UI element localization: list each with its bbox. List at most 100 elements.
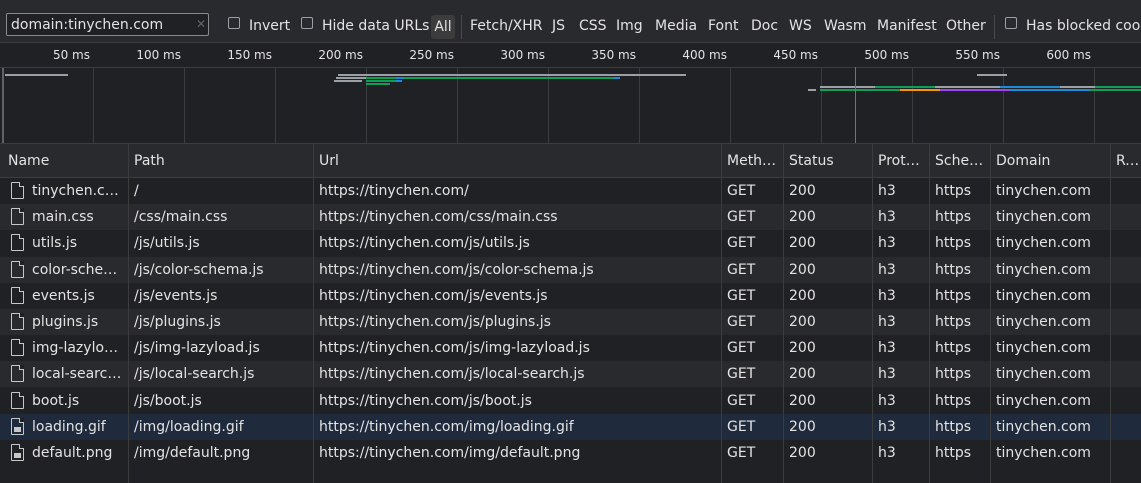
request-bar bbox=[977, 74, 1007, 76]
type-filter-font[interactable]: Font bbox=[708, 17, 738, 35]
tick-label: 550 ms bbox=[955, 48, 1000, 62]
column-divider[interactable] bbox=[128, 144, 129, 483]
timeline-cursor bbox=[855, 67, 856, 143]
network-filter-bar: ✕ Invert Hide data URLs All Fetch/XHR JS… bbox=[0, 0, 1141, 43]
clear-filter-icon[interactable]: ✕ bbox=[195, 17, 207, 31]
has-blocked-cookies-checkbox[interactable] bbox=[1005, 17, 1017, 29]
has-blocked-cookies-label[interactable]: Has blocked cook bbox=[1026, 17, 1141, 35]
cell-name[interactable]: utils.js bbox=[32, 230, 124, 256]
tick-label: 150 ms bbox=[227, 48, 272, 62]
cell-path: /js/utils.js bbox=[134, 235, 200, 252]
type-filter-doc[interactable]: Doc bbox=[751, 17, 778, 35]
table-row[interactable]: img-lazyloa… /js/img-lazyload.js https://t… bbox=[0, 335, 1141, 361]
cell-protocol: h3 bbox=[878, 366, 896, 383]
cell-url: https://tinychen.com/js/plugins.js bbox=[319, 314, 551, 330]
cell-name[interactable]: events.js bbox=[32, 283, 124, 309]
cell-path: /js/events.js bbox=[134, 287, 218, 304]
document-icon bbox=[11, 313, 24, 330]
request-bar bbox=[396, 77, 404, 79]
hide-data-urls-label[interactable]: Hide data URLs bbox=[322, 17, 429, 35]
type-filter-manifest[interactable]: Manifest bbox=[877, 17, 937, 35]
column-divider[interactable] bbox=[872, 144, 873, 483]
column-header-url[interactable]: Url bbox=[319, 144, 714, 177]
cell-domain: tinychen.com bbox=[996, 235, 1091, 252]
cell-path: /img/loading.gif bbox=[134, 418, 244, 435]
cell-url: https://tinychen.com/js/boot.js bbox=[319, 392, 532, 409]
cell-method: GET bbox=[727, 235, 756, 252]
column-header-name[interactable]: Name bbox=[8, 144, 123, 177]
column-header-scheme[interactable]: Sche… bbox=[935, 144, 985, 177]
table-row[interactable]: loading.gif/img/loading.gif https://tinyc… bbox=[0, 413, 1141, 440]
cell-name[interactable]: tinychen.com bbox=[32, 178, 124, 204]
cell-path: /js/local-search.js bbox=[134, 366, 255, 383]
cell-scheme: https bbox=[935, 366, 972, 383]
cell-name[interactable]: plugins.js bbox=[32, 309, 124, 335]
cell-scheme: https bbox=[935, 261, 972, 278]
type-filter-wasm[interactable]: Wasm bbox=[824, 17, 866, 35]
invert-label[interactable]: Invert bbox=[249, 17, 290, 35]
column-divider[interactable] bbox=[313, 144, 314, 483]
type-filter-all[interactable]: All bbox=[431, 15, 455, 39]
cell-scheme: https bbox=[935, 392, 972, 409]
cell-name[interactable]: loading.gif bbox=[32, 414, 124, 440]
column-divider[interactable] bbox=[929, 144, 930, 483]
column-header-protocol[interactable]: Prot… bbox=[878, 144, 928, 177]
cell-method: GET bbox=[727, 261, 756, 278]
document-icon bbox=[11, 182, 24, 199]
type-filter-js[interactable]: JS bbox=[552, 17, 565, 35]
cell-protocol: h3 bbox=[878, 314, 896, 330]
cell-scheme: https bbox=[935, 314, 972, 330]
cell-name[interactable]: color-sche… bbox=[32, 257, 124, 283]
column-divider[interactable] bbox=[721, 144, 722, 483]
table-row[interactable]: boot.js/js/boot.js https://tinychen.com/j… bbox=[0, 388, 1141, 414]
type-filter-fetch-xhr[interactable]: Fetch/XHR bbox=[470, 17, 543, 35]
table-row[interactable]: local-search… /js/local-search.js https://… bbox=[0, 361, 1141, 388]
type-filter-css[interactable]: CSS bbox=[579, 17, 607, 35]
table-row[interactable]: default.png/img/default.png https://tinyc… bbox=[0, 440, 1141, 466]
image-file-icon bbox=[11, 417, 24, 435]
cell-status: 200 bbox=[789, 418, 816, 435]
cell-path: /img/default.png bbox=[134, 445, 251, 461]
request-bar bbox=[396, 80, 402, 82]
hide-data-urls-checkbox[interactable] bbox=[301, 17, 313, 29]
cell-name[interactable]: main.css bbox=[32, 204, 124, 230]
request-bar bbox=[900, 89, 940, 91]
cell-path: /js/img-lazyload.js bbox=[134, 340, 260, 357]
type-filter-img[interactable]: Img bbox=[616, 17, 643, 35]
column-header-method[interactable]: Meth… bbox=[727, 144, 779, 177]
cell-scheme: https bbox=[935, 287, 972, 304]
cell-name[interactable]: boot.js bbox=[32, 388, 124, 414]
type-filter-media[interactable]: Media bbox=[655, 17, 697, 35]
cell-name[interactable]: img-lazyloa… bbox=[32, 335, 124, 361]
cell-url: https://tinychen.com/js/events.js bbox=[319, 287, 548, 304]
cell-name[interactable]: default.png bbox=[32, 440, 124, 466]
cell-status: 200 bbox=[789, 235, 816, 252]
table-row[interactable]: color-sche… /js/color-schema.js https://ti… bbox=[0, 256, 1141, 283]
table-row[interactable]: main.css/css/main.css https://tinychen.co… bbox=[0, 204, 1141, 231]
column-divider[interactable] bbox=[990, 144, 991, 483]
column-divider[interactable] bbox=[783, 144, 784, 483]
cell-scheme: https bbox=[935, 183, 972, 199]
filter-input[interactable] bbox=[6, 13, 209, 36]
type-filter-other[interactable]: Other bbox=[946, 17, 986, 35]
table-row[interactable]: tinychen.com / https://tinychen.com/GET 200… bbox=[0, 178, 1141, 204]
column-header-domain[interactable]: Domain bbox=[996, 144, 1106, 177]
cell-url: https://tinychen.com/css/main.css bbox=[319, 209, 558, 226]
request-bar bbox=[366, 83, 390, 85]
request-bar bbox=[614, 77, 620, 79]
type-filter-ws[interactable]: WS bbox=[789, 17, 812, 35]
cell-status: 200 bbox=[789, 209, 816, 226]
document-icon bbox=[11, 286, 24, 304]
column-header-status[interactable]: Status bbox=[789, 144, 867, 177]
tick-label: 100 ms bbox=[136, 48, 181, 62]
column-divider[interactable] bbox=[1110, 144, 1111, 483]
type-separator-end bbox=[994, 15, 995, 39]
table-row[interactable]: utils.js/js/utils.js https://tinychen.com… bbox=[0, 230, 1141, 256]
column-header-path[interactable]: Path bbox=[134, 144, 309, 177]
network-overview[interactable]: 50 ms 100 ms 150 ms 200 ms 250 ms 300 ms… bbox=[0, 43, 1141, 144]
table-row[interactable]: plugins.js/js/plugins.js https://tinychen… bbox=[0, 309, 1141, 335]
table-row[interactable]: events.js/js/events.js https://tinychen.c… bbox=[0, 283, 1141, 309]
invert-checkbox[interactable] bbox=[228, 17, 240, 29]
cell-name[interactable]: local-search… bbox=[32, 361, 124, 387]
column-header-remote[interactable]: Rem bbox=[1116, 144, 1141, 177]
